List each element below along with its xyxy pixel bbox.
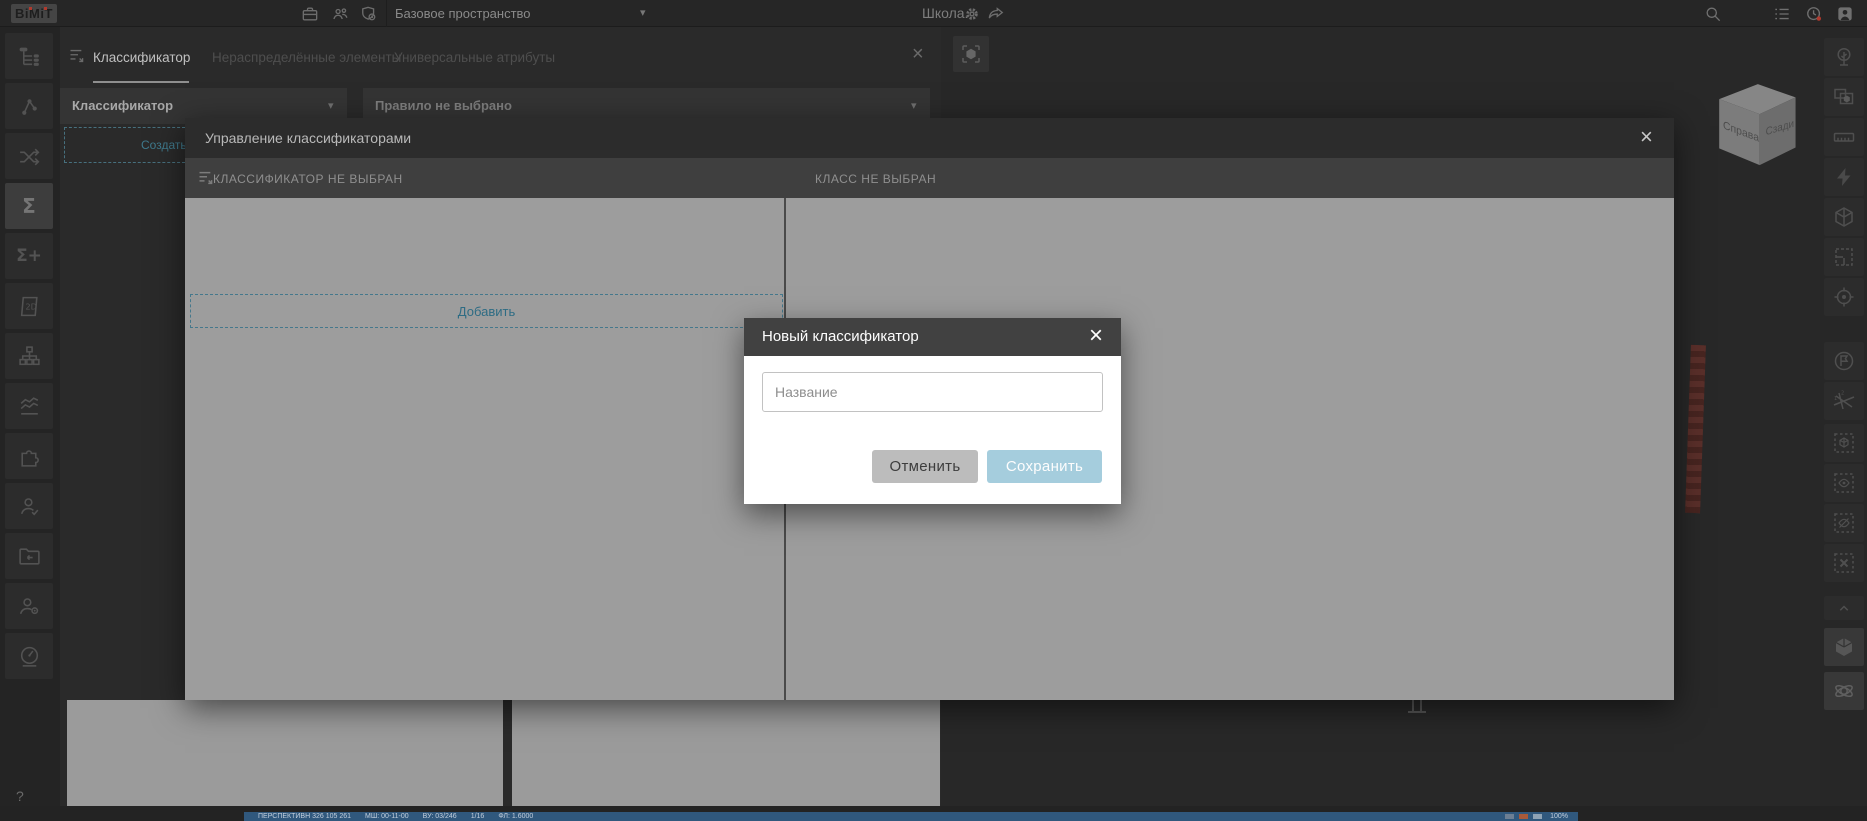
logo-dot — [44, 7, 47, 10]
class-column-header: КЛАСС НЕ ВЫБРАН — [815, 172, 936, 186]
rule-dropdown-value: Правило не выбрано — [375, 98, 512, 113]
bimit-logo: BiMiT — [11, 4, 57, 23]
selection-frames-icon[interactable] — [1824, 78, 1864, 116]
status-zoom-level: 100% — [1550, 813, 1568, 820]
help-button[interactable]: ? — [16, 788, 24, 804]
graphs-icon[interactable] — [5, 383, 53, 429]
search-icon[interactable] — [1703, 4, 1723, 24]
chevron-down-icon[interactable]: ▾ — [640, 6, 646, 19]
modal-close-icon[interactable]: × — [1640, 126, 1653, 148]
box-select-icon[interactable] — [953, 36, 989, 72]
user-check-icon[interactable] — [5, 483, 53, 529]
clear-selection-icon[interactable] — [1824, 544, 1864, 582]
user-location-icon[interactable] — [5, 583, 53, 629]
panel-close-icon[interactable]: × — [912, 44, 924, 64]
modal-subheader: КЛАССИФИКАТОР НЕ ВЫБРАН КЛАСС НЕ ВЫБРАН — [185, 158, 1674, 198]
logo-dot — [29, 7, 32, 10]
flag-icon[interactable] — [1824, 342, 1864, 380]
share-icon[interactable] — [986, 4, 1006, 24]
new-classifier-dialog: Новый классификатор × Отменить Сохранить — [744, 318, 1121, 504]
create-classifier-button[interactable]: Создать — [64, 127, 185, 163]
model-mark — [1408, 711, 1426, 713]
dialog-header[interactable]: Новый классификатор × — [744, 318, 1121, 356]
flash-icon[interactable] — [1824, 158, 1864, 196]
sigma-plus-icon[interactable]: Σ+ — [5, 233, 53, 279]
menu-list-icon[interactable] — [1772, 4, 1792, 24]
eye-icon[interactable] — [1824, 464, 1864, 502]
tab-unassigned-elements[interactable]: Нераспределённые элементы — [212, 50, 401, 65]
create-button-label: Создать — [141, 138, 185, 152]
box-visibility-icon[interactable] — [1824, 424, 1864, 462]
nature-tree-icon[interactable] — [1824, 38, 1864, 76]
floorplan-icon[interactable] — [1824, 238, 1864, 276]
chevron-up-icon[interactable] — [1824, 596, 1864, 620]
active-tab-underline — [93, 81, 189, 83]
tab-classifier[interactable]: Классификатор — [93, 50, 190, 65]
status-scale: МШ: 00-11-00 — [365, 813, 409, 820]
status-focal: ФЛ: 1.6000 — [498, 813, 533, 820]
orbit-icon[interactable] — [1824, 672, 1864, 710]
modal-title-bar: Управление классификаторами × — [185, 118, 1674, 158]
section-cube-icon[interactable] — [1824, 198, 1864, 236]
cancel-button[interactable]: Отменить — [872, 450, 978, 483]
panel-menu-icon[interactable] — [68, 46, 88, 71]
view-cube-icon[interactable] — [1824, 628, 1864, 666]
sheet-2d-icon[interactable]: 2D — [5, 283, 53, 329]
org-chart-icon[interactable] — [5, 333, 53, 379]
notifications-icon[interactable] — [1804, 4, 1824, 24]
status-ratio: 1/16 — [471, 813, 485, 820]
sigma-glyph: Σ — [22, 194, 36, 218]
classifier-column-header: КЛАССИФИКАТОР НЕ ВЫБРАН — [213, 172, 403, 186]
svg-text:2D: 2D — [25, 301, 37, 311]
status-chip[interactable] — [1519, 814, 1528, 819]
folder-share-icon[interactable] — [5, 533, 53, 579]
status-bar: ПЕРСПЕКТИВН 326 105 261 МШ: 00-11-00 ВУ:… — [244, 812, 1578, 821]
eye-off-icon[interactable] — [1824, 504, 1864, 542]
status-chip[interactable] — [1533, 814, 1542, 819]
left-toolbar: Σ Σ+ 2D ? — [0, 27, 60, 806]
ruler-icon[interactable] — [1824, 118, 1864, 156]
chevron-down-icon: ▾ — [911, 99, 917, 112]
status-view-info: ПЕРСПЕКТИВН 326 105 261 — [258, 813, 351, 820]
svg-text:2: 2 — [1841, 391, 1844, 397]
sigma-icon[interactable]: Σ — [5, 183, 53, 229]
briefcase-icon[interactable] — [300, 4, 320, 24]
account-icon[interactable] — [1835, 4, 1855, 24]
save-button[interactable]: Сохранить — [987, 450, 1102, 483]
app-root: BiMiT Базовое пространство ▾ Школа. — [0, 0, 1867, 821]
sigma-plus-glyph: Σ+ — [16, 246, 42, 266]
tab-universal-attributes[interactable]: Универсальные атрибуты — [394, 50, 555, 65]
status-angle: ВУ: 03/246 — [423, 813, 457, 820]
puzzle-icon[interactable] — [5, 433, 53, 479]
dialog-close-icon[interactable]: × — [1089, 323, 1103, 349]
modal-title: Управление классификаторами — [205, 130, 411, 146]
panel-right-list[interactable] — [512, 700, 940, 806]
connections-icon[interactable] — [5, 83, 53, 129]
name-input[interactable] — [762, 372, 1103, 412]
logo-text: BiMiT — [15, 6, 53, 21]
svg-text:1: 1 — [1834, 396, 1837, 402]
gauge-icon[interactable] — [5, 633, 53, 679]
shield-clock-icon[interactable] — [359, 4, 379, 24]
panel-left-list[interactable] — [67, 700, 503, 806]
axes-icon[interactable]: 21 — [1824, 382, 1864, 420]
dialog-title: Новый классификатор — [762, 328, 919, 345]
chevron-down-icon: ▾ — [328, 99, 334, 112]
target-icon[interactable] — [1824, 278, 1864, 316]
structure-tree-icon[interactable] — [5, 33, 53, 79]
topbar-separator — [386, 0, 387, 27]
shuffle-icon[interactable] — [5, 133, 53, 179]
settings-gear-icon[interactable] — [962, 4, 982, 24]
workspace-selector[interactable]: Базовое пространство — [395, 6, 531, 21]
add-classifier-button[interactable]: Добавить — [190, 294, 783, 328]
top-bar: BiMiT Базовое пространство ▾ Школа. — [0, 0, 1867, 27]
view-cube[interactable]: Справа Сзади — [1710, 78, 1802, 166]
status-chip[interactable] — [1505, 814, 1514, 819]
team-icon[interactable] — [331, 4, 351, 24]
classifier-dropdown-value: Классификатор — [72, 98, 173, 113]
